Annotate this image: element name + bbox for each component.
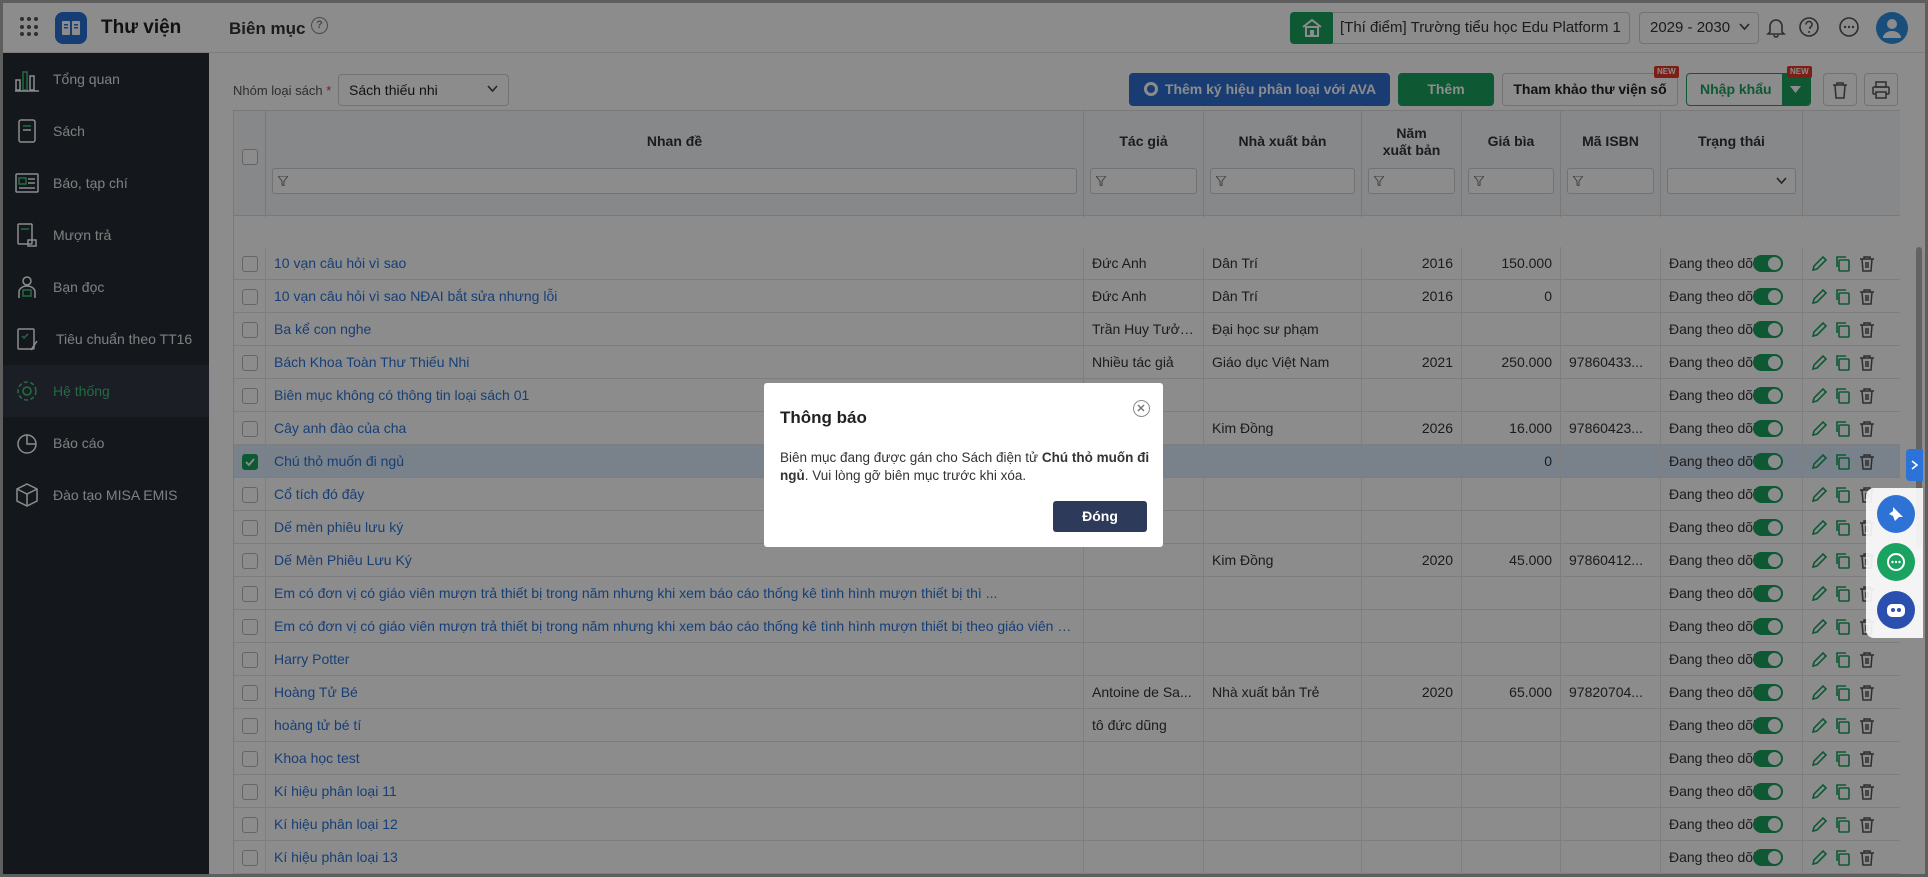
dialog-message: Biên mục đang được gán cho Sách điện tử …	[780, 450, 1150, 483]
chat-support-icon[interactable]	[1877, 543, 1915, 581]
chevron-right-icon	[1911, 460, 1918, 470]
floating-tools-panel	[1866, 488, 1923, 638]
close-icon[interactable]	[1133, 400, 1150, 417]
ava-assistant-icon[interactable]	[1877, 591, 1915, 629]
side-panel-toggle[interactable]	[1906, 449, 1923, 481]
notification-dialog: Thông báo Biên mục đang được gán cho Sác…	[764, 383, 1163, 547]
close-dialog-button[interactable]: Đóng	[1053, 501, 1147, 532]
dialog-title: Thông báo	[780, 408, 867, 427]
pin-icon[interactable]	[1877, 495, 1915, 533]
app-window: Thư viện Biên mục ? [Thí điểm] Trường ti…	[0, 0, 1928, 877]
